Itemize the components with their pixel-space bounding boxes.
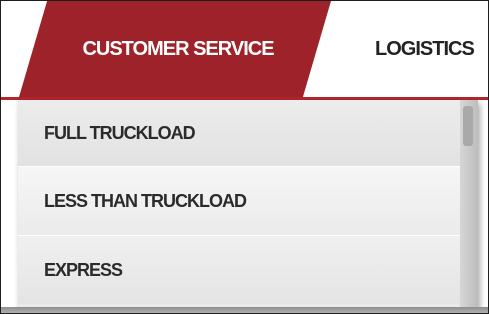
menu-item-express[interactable]: EXPRESS bbox=[18, 236, 460, 304]
navigation-frame: CUSTOMER SERVICE LOGISTICS FULL TRUCKLOA… bbox=[0, 0, 489, 314]
page-content-edge bbox=[1, 307, 488, 313]
tab-label-customer-service: CUSTOMER SERVICE bbox=[82, 37, 274, 60]
tab-label-logistics: LOGISTICS bbox=[375, 37, 475, 60]
dropdown-scrollbar[interactable] bbox=[460, 100, 478, 310]
menu-item-full-truckload[interactable]: FULL TRUCKLOAD bbox=[18, 100, 460, 166]
menu-item-label: LESS THAN TRUCKLOAD bbox=[44, 190, 247, 211]
tab-logistics[interactable]: LOGISTICS bbox=[353, 1, 488, 97]
menu-item-label: EXPRESS bbox=[44, 259, 123, 280]
scrollbar-thumb[interactable] bbox=[463, 106, 473, 146]
customer-service-dropdown-menu: FULL TRUCKLOAD LESS THAN TRUCKLOAD EXPRE… bbox=[18, 100, 478, 310]
menu-item-label: FULL TRUCKLOAD bbox=[44, 122, 196, 143]
tab-customer-service[interactable]: CUSTOMER SERVICE bbox=[19, 1, 331, 97]
menu-item-less-than-truckload[interactable]: LESS THAN TRUCKLOAD bbox=[18, 167, 460, 235]
top-navigation-bar: CUSTOMER SERVICE LOGISTICS bbox=[1, 1, 488, 100]
